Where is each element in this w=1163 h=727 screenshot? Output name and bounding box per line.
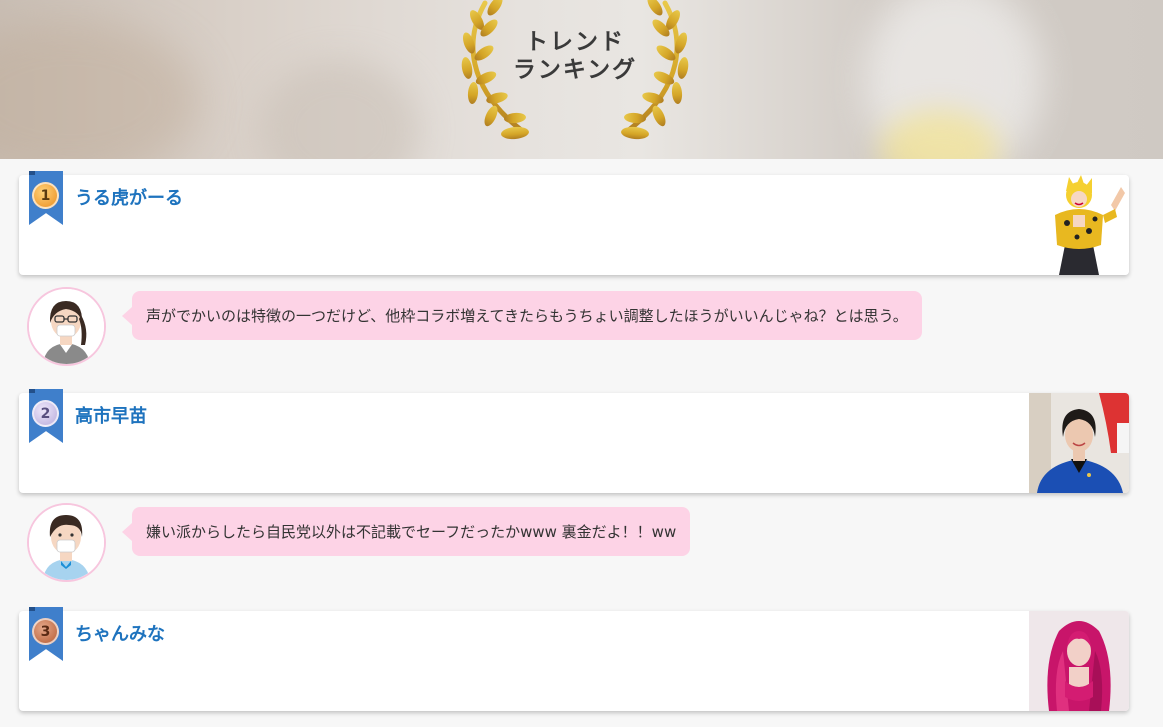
rank-medal-icon: 2 (32, 400, 59, 427)
ranking-thumbnail[interactable] (1029, 393, 1129, 493)
comment-text: 声がでかいのは特徴の一つだけど、他枠コラボ増えてきたらもうちょい調整したほうがい… (146, 307, 908, 325)
character-image-icon (1029, 175, 1129, 275)
rank-number: 3 (40, 623, 51, 640)
rank-number: 1 (40, 187, 51, 204)
woman-with-mask-avatar-icon (29, 289, 104, 364)
person-photo-icon (1029, 611, 1129, 711)
comment-bubble: 声がでかいのは特徴の一つだけど、他枠コラボ増えてきたらもうちょい調整したほうがい… (122, 291, 922, 340)
page-title-line2: ランキング (512, 56, 638, 83)
rank-medal-icon: 3 (32, 618, 59, 645)
ranking-thumbnail[interactable] (1029, 175, 1129, 275)
trend-ranking-header: トレンド ランキング (0, 0, 1163, 159)
ranking-card-3[interactable]: 3 ちゃんみな (19, 607, 1129, 711)
ranking-title[interactable]: ちゃんみな (75, 620, 165, 646)
ranking-title[interactable]: 高市早苗 (75, 402, 147, 428)
ranking-card-2[interactable]: 2 高市早苗 (19, 389, 1129, 493)
avatar (27, 287, 106, 366)
comment-text: 嫌い派からしたら自民党以外は不記載でセーフだったかwww 裏金だよ！！ww (146, 523, 677, 541)
rank-medal-icon: 1 (32, 182, 59, 209)
ranking-thumbnail[interactable] (1029, 611, 1129, 711)
comment-bubble: 嫌い派からしたら自民党以外は不記載でセーフだったかwww 裏金だよ！！ww (121, 507, 691, 556)
man-with-mask-avatar-icon (29, 505, 104, 580)
person-photo-icon (1029, 393, 1129, 493)
next-comment-partial (27, 720, 1117, 727)
page-title: トレンド ランキング (500, 28, 650, 84)
rank-number: 2 (40, 405, 51, 422)
page-title-line1: トレンド (525, 28, 625, 55)
ranking-card-1[interactable]: 1 うる虎がーる (19, 171, 1129, 275)
avatar (27, 503, 106, 582)
ranking-title[interactable]: うる虎がーる (75, 184, 183, 210)
